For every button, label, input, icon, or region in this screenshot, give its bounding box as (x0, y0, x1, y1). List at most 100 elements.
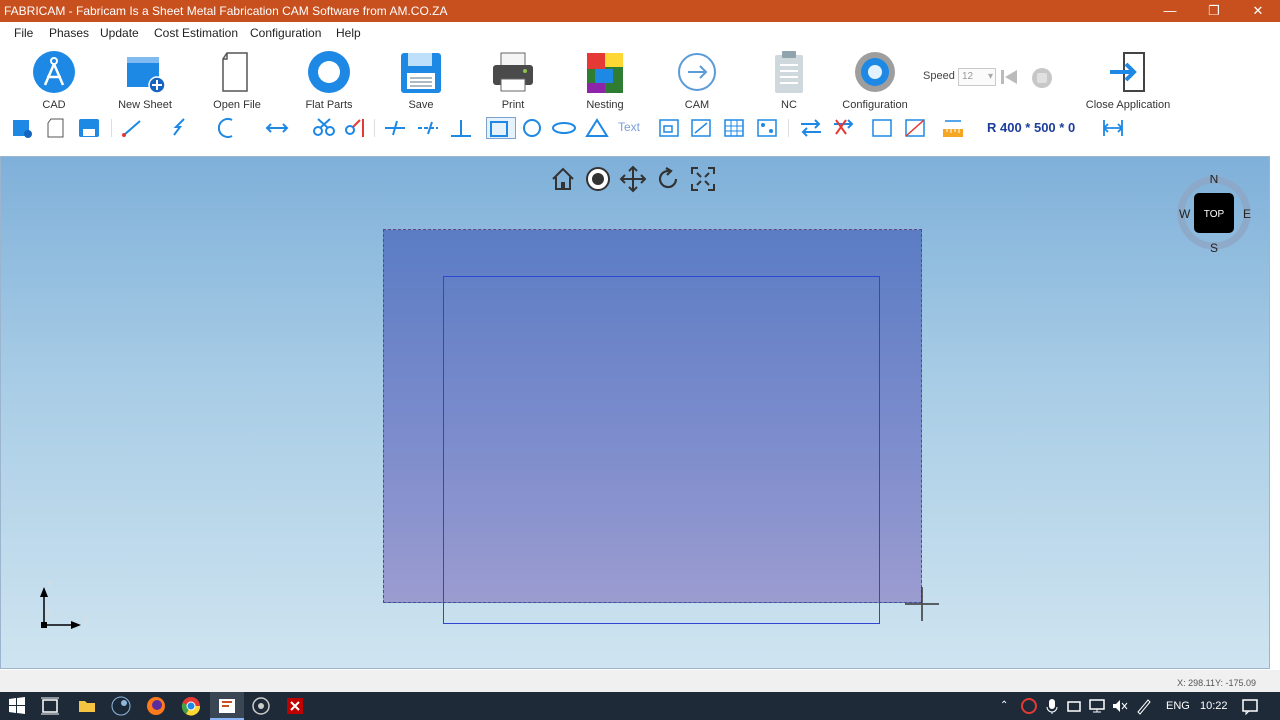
status-bar: X: 298.11Y: -175.09 (0, 670, 1280, 692)
axis-z-label: Z (47, 610, 52, 619)
menu-update[interactable]: Update (100, 26, 139, 40)
drawing-viewport[interactable]: TOP N S W E Y X Z (0, 156, 1270, 669)
select-window-tool[interactable] (870, 117, 894, 139)
microphone-tray-icon[interactable] (1042, 696, 1062, 716)
flat-parts-button[interactable]: Flat Parts (283, 47, 375, 111)
windows-taskbar: ⌃ ENG 10:22 (0, 692, 1280, 720)
extend-tool[interactable] (265, 117, 289, 139)
rectangle-tool[interactable] (486, 117, 516, 139)
orbit-icon[interactable] (584, 165, 612, 193)
dimension-icon (1102, 120, 1124, 136)
restore-button[interactable]: ❐ (1192, 0, 1236, 22)
line-tool[interactable] (120, 117, 144, 139)
open-file-button[interactable]: Open File (191, 47, 283, 111)
filezilla-icon[interactable] (285, 696, 305, 716)
obs-icon[interactable] (251, 696, 271, 716)
network-tray-icon[interactable] (1087, 696, 1107, 716)
rectangle-icon (490, 121, 508, 137)
stop-icon[interactable] (1031, 67, 1053, 89)
dash-line-icon (385, 120, 405, 136)
compass-west[interactable]: W (1179, 207, 1191, 221)
minimize-button[interactable]: — (1148, 0, 1192, 22)
view-compass[interactable]: TOP N S W E (1177, 175, 1253, 255)
menu-configuration[interactable]: Configuration (250, 26, 321, 40)
steam-icon[interactable] (111, 696, 131, 716)
grid-array-tool[interactable] (722, 117, 746, 139)
save-button[interactable]: Save (375, 47, 467, 111)
perpendicular-tool[interactable] (383, 117, 407, 139)
menu-cost-estimation[interactable]: Cost Estimation (154, 26, 238, 40)
menu-phases[interactable]: Phases (49, 26, 89, 40)
clock[interactable]: 10:22 (1200, 700, 1228, 712)
zoom-extents-icon[interactable] (689, 165, 717, 193)
close-application-button[interactable]: Close Application (1082, 47, 1174, 111)
new-drawing-tool[interactable] (10, 117, 34, 139)
cad-button[interactable]: CAD (8, 47, 100, 111)
trim-tool[interactable] (312, 117, 336, 139)
triangle-tool[interactable] (585, 117, 609, 139)
toolbar-divider (374, 119, 375, 137)
diagonal-icon (691, 119, 711, 137)
tray-chevron-icon[interactable]: ⌃ (1000, 700, 1008, 711)
pen-tray-icon[interactable] (1134, 696, 1154, 716)
nc-button[interactable]: NC (743, 47, 835, 111)
file-explorer-icon[interactable] (77, 696, 97, 716)
diagonal-tool[interactable] (689, 117, 713, 139)
task-view-icon[interactable] (40, 696, 60, 716)
step-back-icon[interactable] (999, 67, 1019, 87)
printer-icon (493, 52, 533, 92)
frame-tool[interactable] (657, 117, 681, 139)
dimension-tool[interactable] (1101, 117, 1125, 139)
crossing-window-tool[interactable] (903, 117, 927, 139)
antivirus-tray-icon[interactable] (1019, 696, 1039, 716)
cam-button[interactable]: CAM (651, 47, 743, 111)
part-rectangle[interactable] (443, 276, 880, 624)
circle-tool[interactable] (520, 117, 544, 139)
language-indicator[interactable]: ENG (1166, 700, 1190, 712)
circle-icon (523, 119, 541, 137)
notifications-icon[interactable] (1240, 696, 1260, 716)
dashed-line-tool[interactable] (416, 117, 440, 139)
compass-north[interactable]: N (1210, 175, 1219, 186)
measure-tool[interactable] (941, 117, 965, 139)
usb-tray-icon[interactable] (1064, 696, 1084, 716)
pan-icon[interactable] (619, 165, 647, 193)
perpendicular-icon (451, 120, 471, 137)
polyline-tool[interactable] (168, 117, 192, 139)
volume-muted-tray-icon[interactable] (1110, 696, 1130, 716)
compass-south[interactable]: S (1210, 241, 1218, 255)
rotate-icon[interactable] (654, 165, 682, 193)
text-tool[interactable]: Text (618, 120, 640, 134)
new-sheet-button[interactable]: New Sheet (99, 47, 191, 111)
normal-tool[interactable] (449, 117, 473, 139)
compass-view-label[interactable]: TOP (1204, 209, 1225, 220)
speed-value: 12 (962, 71, 974, 82)
configuration-button[interactable]: Configuration (829, 47, 921, 111)
print-label: Print (501, 99, 525, 111)
home-icon[interactable] (549, 165, 577, 193)
compass-drafting-icon (33, 51, 75, 93)
toolbar-divider (788, 119, 789, 137)
menu-help[interactable]: Help (336, 26, 361, 40)
scatter-tool[interactable] (755, 117, 779, 139)
toolbar-divider (111, 119, 112, 137)
save-drawing-tool[interactable] (77, 117, 101, 139)
delete-tool[interactable] (832, 117, 856, 139)
speed-select[interactable]: 12 ▾ (958, 68, 996, 86)
windows-start-icon[interactable] (7, 696, 27, 716)
cursor-coordinates: X: 298.11Y: -175.09 (1177, 678, 1256, 688)
nesting-button[interactable]: Nesting (559, 47, 651, 111)
break-tool[interactable] (343, 117, 367, 139)
firefox-icon[interactable] (146, 696, 166, 716)
arc-tool[interactable] (216, 117, 240, 139)
fabricam-task-icon[interactable] (217, 696, 237, 716)
ellipse-tool[interactable] (552, 117, 576, 139)
open-drawing-tool[interactable] (44, 117, 68, 139)
close-window-button[interactable]: ✕ (1236, 0, 1280, 22)
chrome-icon[interactable] (181, 696, 201, 716)
compass-east[interactable]: E (1243, 207, 1251, 221)
move-tool[interactable] (799, 117, 823, 139)
menu-file[interactable]: File (14, 26, 33, 40)
print-button[interactable]: Print (467, 47, 559, 111)
save-icon (401, 53, 441, 93)
